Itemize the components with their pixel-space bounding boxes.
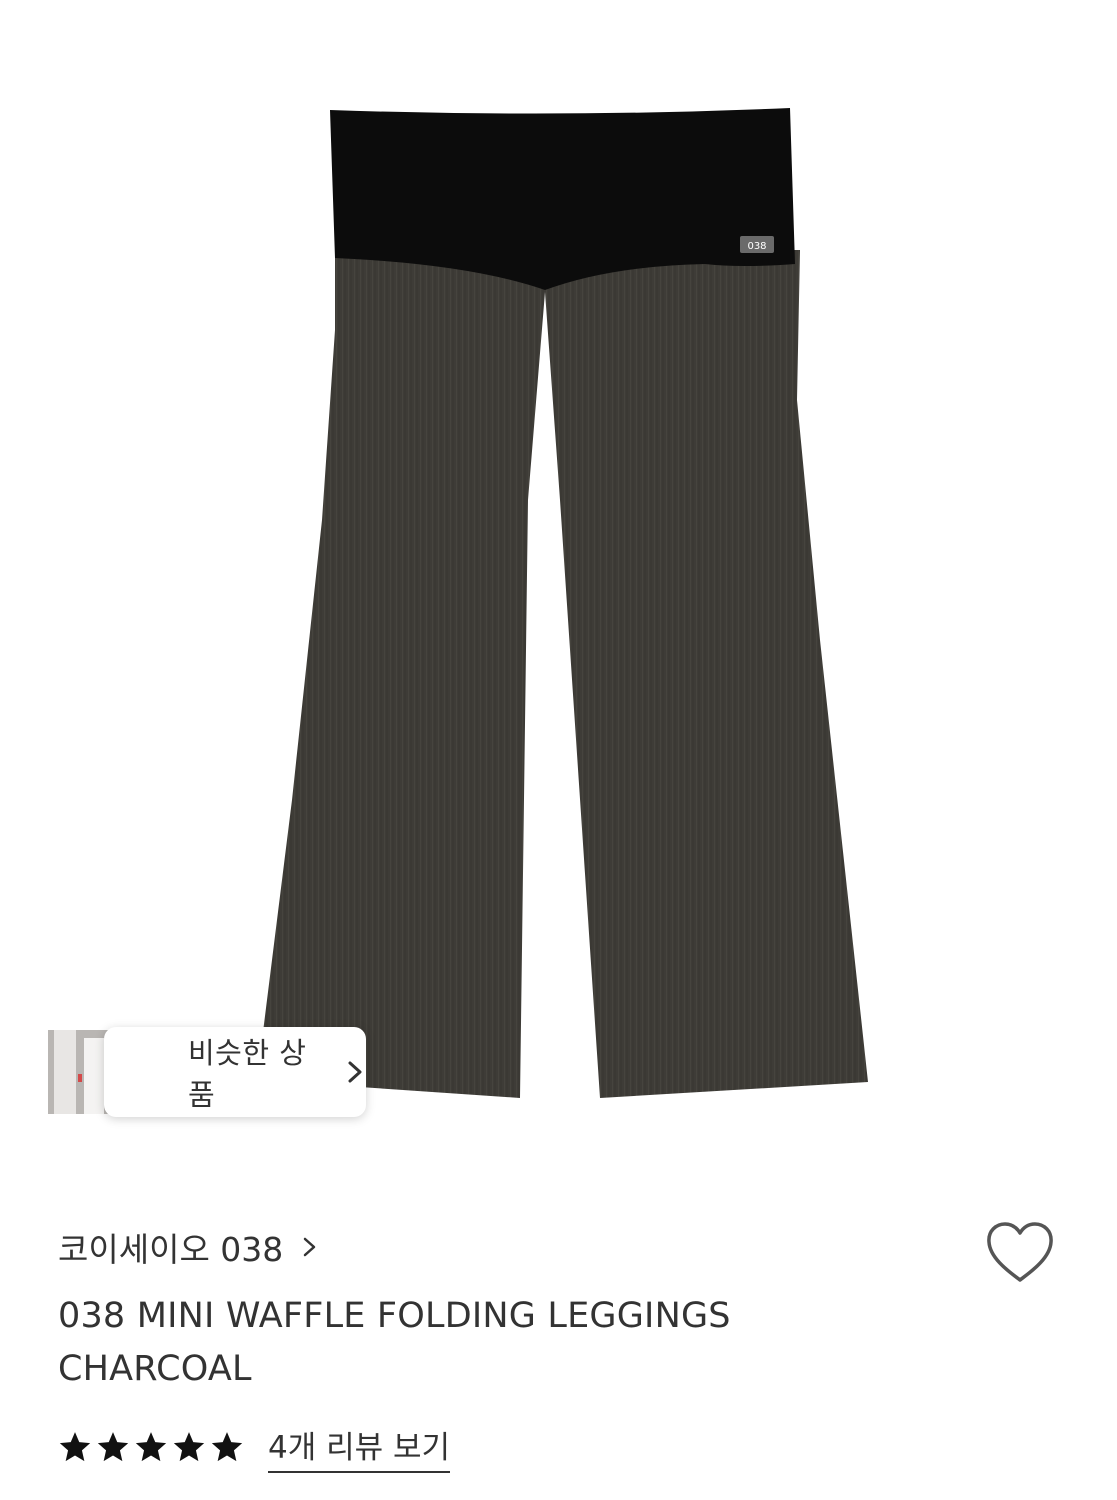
view-reviews-link[interactable]: 4개 리뷰 보기	[268, 1422, 451, 1473]
star-icon	[134, 1430, 168, 1464]
star-icon	[58, 1430, 92, 1464]
similar-products-label: 비슷한 상품	[188, 1036, 307, 1112]
leggings-body	[257, 250, 868, 1098]
star-icon	[96, 1430, 130, 1464]
star-rating	[58, 1430, 248, 1464]
chevron-right-icon	[301, 1233, 319, 1261]
similar-products-button[interactable]: 비슷한 상품	[104, 1027, 366, 1117]
brand-link[interactable]: 코이세이오 038	[58, 1222, 319, 1272]
star-icon	[210, 1430, 244, 1464]
product-title: 038 MINI WAFFLE FOLDING LEGGINGS CHARCOA…	[58, 1290, 838, 1396]
similar-products-widget[interactable]: 비슷한 상품	[48, 1027, 366, 1117]
brand-name: 코이세이오 038	[58, 1230, 284, 1269]
rating-row: 4개 리뷰 보기	[58, 1422, 451, 1473]
heart-outline-icon	[987, 1222, 1053, 1282]
product-title-line-2: CHARCOAL	[58, 1349, 252, 1389]
star-icon	[172, 1430, 206, 1464]
product-image[interactable]: 038	[0, 0, 1117, 1180]
leggings-illustration: 038	[257, 108, 868, 1098]
svg-text:038: 038	[747, 241, 766, 252]
wishlist-button[interactable]	[984, 1220, 1056, 1286]
product-title-line-1: 038 MINI WAFFLE FOLDING LEGGINGS	[58, 1296, 731, 1336]
chevron-right-icon	[344, 1057, 366, 1087]
